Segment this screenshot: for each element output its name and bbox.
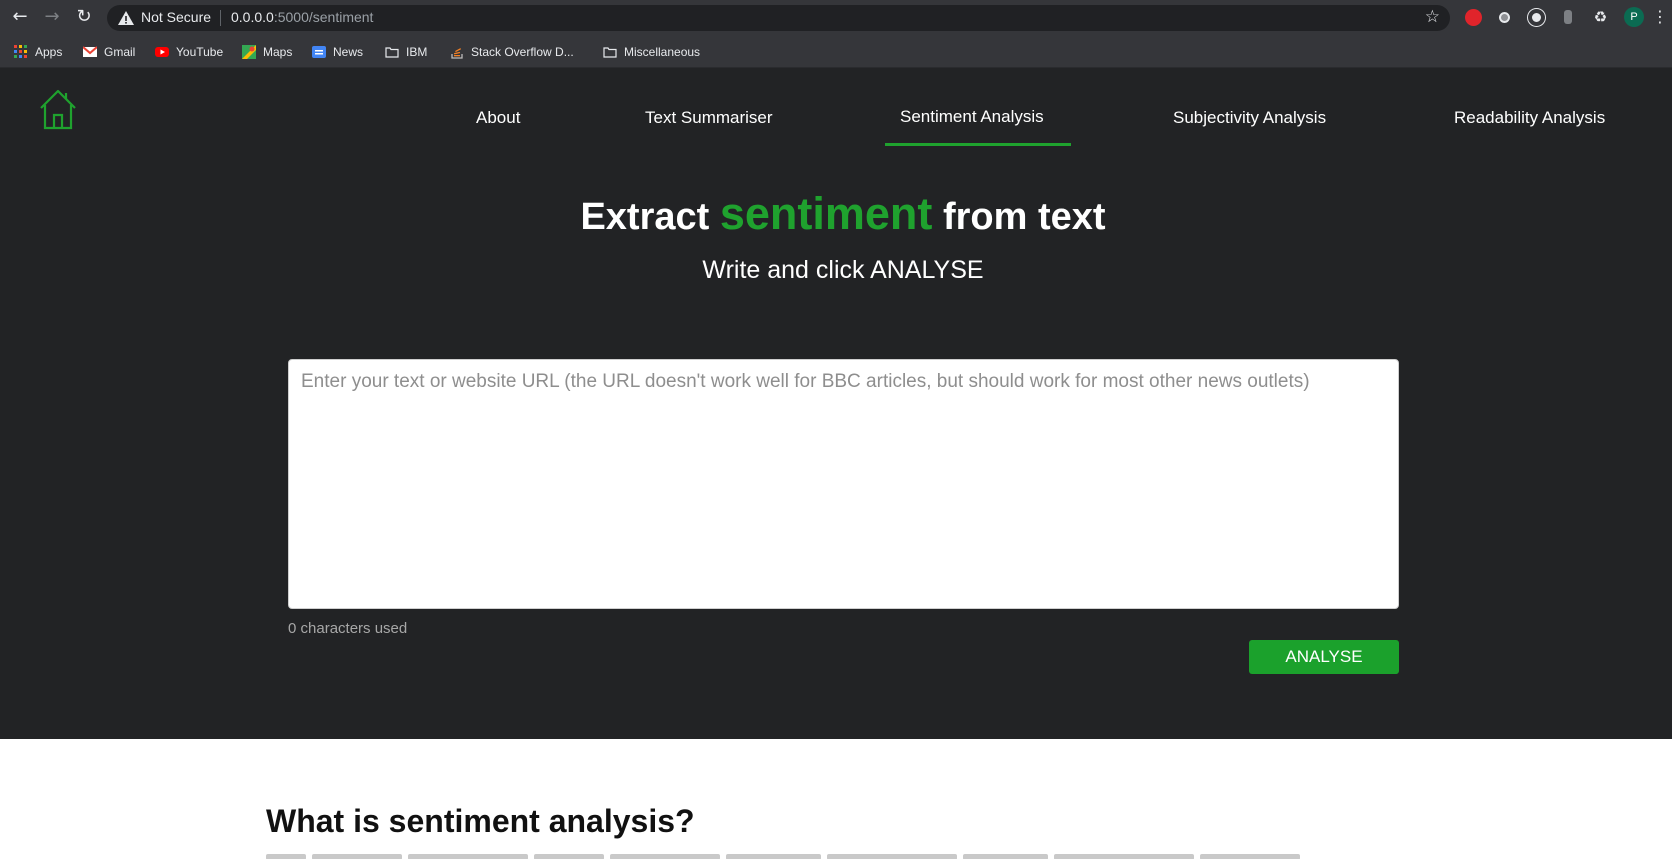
- bookmark-ibm[interactable]: IBM: [385, 43, 427, 60]
- bookmark-miscellaneous[interactable]: Miscellaneous: [603, 43, 700, 60]
- bookmark-stackoverflow[interactable]: Stack Overflow D...: [450, 43, 574, 60]
- forward-arrow-icon[interactable]: →: [41, 6, 63, 28]
- adblock-extension-icon[interactable]: [1465, 9, 1482, 26]
- bookmark-label: Apps: [35, 44, 63, 59]
- gmail-icon: [83, 45, 97, 57]
- reload-icon[interactable]: ↻: [73, 6, 95, 28]
- bookmark-label: Maps: [263, 44, 293, 59]
- text-input[interactable]: [288, 359, 1399, 609]
- nav-subjectivity-analysis[interactable]: Subjectivity Analysis: [1173, 108, 1326, 128]
- browser-toolbar: ← → ↻ Not Secure 0.0.0.0:5000/sentiment …: [0, 0, 1672, 35]
- bookmark-label: News: [333, 44, 364, 59]
- bookmarks-bar: Apps Gmail YouTube Maps News IBM Stack O…: [0, 35, 1672, 68]
- folder-icon: [385, 46, 399, 58]
- extensions-puzzle-icon[interactable]: ♻: [1592, 9, 1609, 26]
- bookmark-label: IBM: [406, 44, 428, 59]
- bookmark-label: YouTube: [176, 44, 224, 59]
- section-text-cutoff: [266, 850, 1386, 859]
- profile-avatar[interactable]: P: [1624, 7, 1644, 27]
- title-prefix: Extract: [580, 196, 720, 238]
- warning-triangle-icon: [118, 11, 134, 25]
- extension-circle-icon[interactable]: [1496, 9, 1513, 26]
- url-host: 0.0.0.0: [231, 9, 274, 25]
- bookmark-label: Stack Overflow D...: [471, 44, 574, 59]
- omnibox-divider: [220, 10, 221, 26]
- analyse-button[interactable]: ANALYSE: [1249, 640, 1399, 674]
- nav-active-indicator: [885, 143, 1071, 146]
- bookmark-star-icon[interactable]: ☆: [1425, 7, 1440, 27]
- url-text[interactable]: 0.0.0.0:5000/sentiment: [231, 9, 373, 25]
- apps-grid-icon: [14, 44, 27, 58]
- bookmark-youtube[interactable]: YouTube: [155, 43, 223, 60]
- page-subtitle: Write and click ANALYSE: [702, 256, 984, 284]
- title-accent: sentiment: [719, 188, 933, 239]
- character-count: 0 characters used: [288, 620, 408, 637]
- section-heading: What is sentiment analysis?: [266, 803, 695, 839]
- extension-bottle-icon[interactable]: [1564, 10, 1572, 24]
- nav-about[interactable]: About: [476, 108, 520, 128]
- bookmark-label: Gmail: [104, 44, 136, 59]
- nav-text-summariser[interactable]: Text Summariser: [645, 108, 773, 128]
- nav-sentiment-analysis[interactable]: Sentiment Analysis: [900, 107, 1044, 127]
- home-icon[interactable]: [38, 88, 78, 130]
- bookmark-label: Miscellaneous: [624, 44, 701, 59]
- folder-icon: [603, 46, 617, 58]
- bookmark-apps[interactable]: Apps: [14, 43, 62, 60]
- bookmark-news[interactable]: News: [312, 43, 363, 60]
- grammarly-extension-icon[interactable]: [1528, 9, 1545, 26]
- url-path: :5000/sentiment: [273, 9, 374, 25]
- youtube-icon: [155, 46, 169, 57]
- maps-icon: [242, 44, 256, 59]
- page-title: Extract sentiment from text: [0, 188, 1672, 240]
- address-bar[interactable]: Not Secure 0.0.0.0:5000/sentiment ☆: [107, 5, 1450, 31]
- security-label[interactable]: Not Secure: [141, 9, 211, 25]
- bookmark-maps[interactable]: Maps: [242, 43, 292, 60]
- browser-menu-icon[interactable]: ⋮: [1652, 7, 1668, 27]
- google-news-icon: [312, 45, 326, 58]
- nav-readability-analysis[interactable]: Readability Analysis: [1454, 108, 1605, 128]
- bookmark-gmail[interactable]: Gmail: [83, 43, 135, 60]
- stackoverflow-icon: [451, 47, 463, 59]
- back-arrow-icon[interactable]: ←: [9, 6, 31, 28]
- title-suffix: from text: [932, 196, 1106, 238]
